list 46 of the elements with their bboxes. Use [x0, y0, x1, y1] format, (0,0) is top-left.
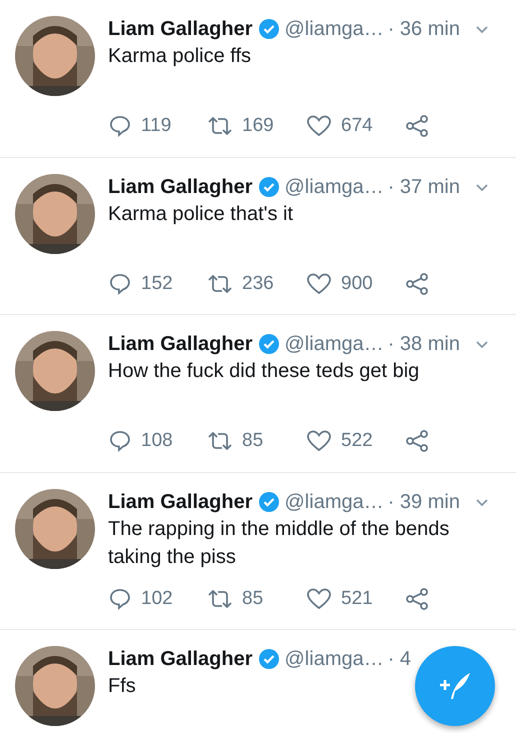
heart-icon[interactable] [306, 114, 332, 138]
heart-icon[interactable] [306, 429, 332, 454]
retweet-count: 236 [242, 272, 274, 296]
compose-tweet-icon [437, 671, 473, 701]
reply-icon[interactable] [108, 272, 132, 296]
like-count: 674 [341, 114, 373, 138]
share-icon[interactable] [405, 114, 429, 138]
reply-count: 152 [141, 272, 173, 296]
author-handle: @liamga… [284, 490, 384, 514]
tweet-text: Karma police that's it [108, 202, 294, 226]
author-name: Liam Gallagher [108, 17, 252, 42]
share-icon[interactable] [405, 586, 429, 611]
author-name: Liam Gallagher [108, 332, 252, 357]
like-count: 900 [341, 272, 373, 296]
reply-icon[interactable] [108, 114, 132, 138]
author-handle: @liamga… [284, 17, 384, 42]
tweet-text: Ffs [108, 674, 136, 699]
tweet-time: · 37 min [388, 174, 460, 200]
author-name: Liam Gallagher [108, 174, 252, 200]
retweet-count: 85 [242, 586, 264, 610]
share-icon[interactable] [405, 272, 429, 296]
like-count: 521 [341, 586, 373, 610]
reply-count: 102 [141, 586, 173, 610]
author-handle: @liamga… [284, 174, 384, 200]
reply-count: 119 [141, 114, 172, 138]
author-handle: @liamga… [284, 332, 384, 357]
compose-button[interactable] [415, 646, 495, 726]
reply-icon[interactable] [108, 586, 132, 611]
author-name: Liam Gallagher [108, 490, 252, 514]
retweet-count: 85 [242, 429, 264, 453]
tweet-text: How the fuck did these teds get big [108, 359, 420, 384]
tweet-time: · 4 [388, 647, 412, 672]
heart-icon[interactable] [306, 272, 332, 296]
author-name: Liam Gallagher [108, 647, 252, 672]
reply-icon[interactable] [108, 429, 132, 454]
retweet-count: 169 [242, 114, 274, 138]
tweet-time: · 36 min [388, 17, 460, 42]
tweet-time: · 39 min [388, 490, 460, 514]
reply-count: 108 [141, 429, 173, 453]
tweet-time: · 38 min [388, 332, 460, 357]
tweet-text: The rapping in the middle of the bends taking the piss [108, 516, 450, 570]
heart-icon[interactable] [306, 586, 332, 611]
share-icon[interactable] [405, 429, 429, 454]
like-count: 522 [341, 429, 373, 453]
author-handle: @liamga… [284, 647, 384, 672]
tweet-text: Karma police ffs [108, 44, 252, 69]
